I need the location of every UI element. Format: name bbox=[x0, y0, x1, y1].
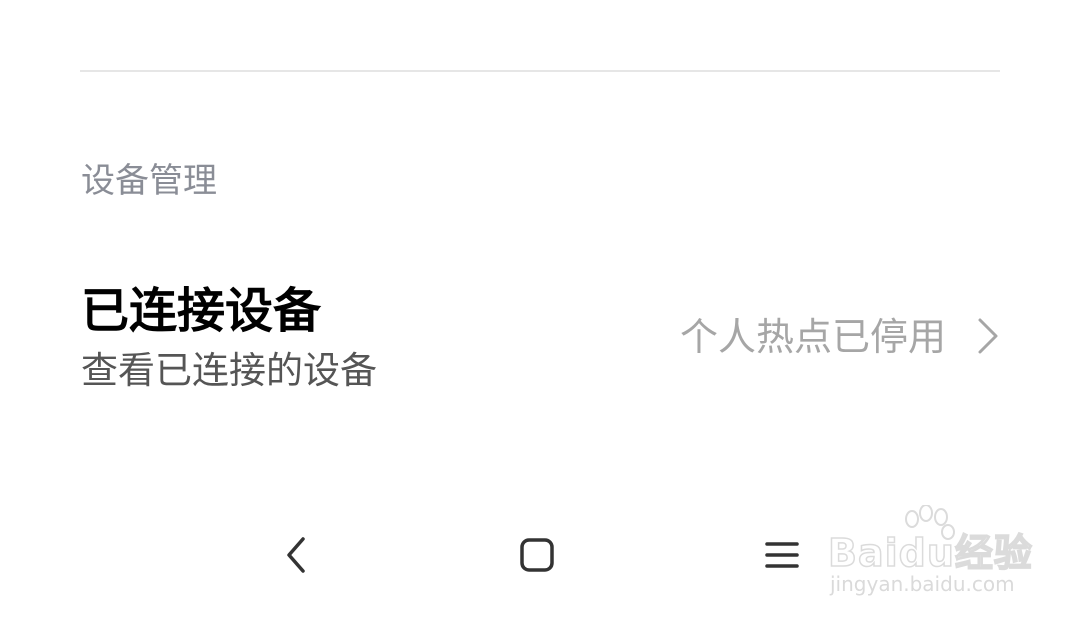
nav-home-button[interactable] bbox=[509, 527, 565, 583]
section-header: 设备管理 bbox=[81, 161, 217, 201]
top-divider bbox=[80, 70, 1000, 72]
baidu-jingyan-watermark: Baidu经验 jingyan.baidu.com bbox=[827, 505, 1033, 600]
rounded-square-icon bbox=[520, 538, 554, 572]
hotspot-status: 个人热点已停用 bbox=[679, 315, 946, 359]
watermark-brand: Baidu经验 bbox=[827, 530, 1033, 576]
nav-back-button[interactable] bbox=[268, 527, 324, 583]
hamburger-icon bbox=[765, 542, 799, 568]
row-title: 已连接设备 bbox=[81, 283, 322, 339]
nav-menu-button[interactable] bbox=[754, 527, 810, 583]
chevron-right-icon bbox=[978, 318, 998, 354]
connected-devices-row[interactable]: 已连接设备 查看已连接的设备 个人热点已停用 bbox=[0, 270, 1080, 410]
chevron-left-icon bbox=[287, 537, 305, 573]
row-subtitle: 查看已连接的设备 bbox=[81, 349, 377, 392]
watermark-url: jingyan.baidu.com bbox=[830, 572, 1015, 596]
